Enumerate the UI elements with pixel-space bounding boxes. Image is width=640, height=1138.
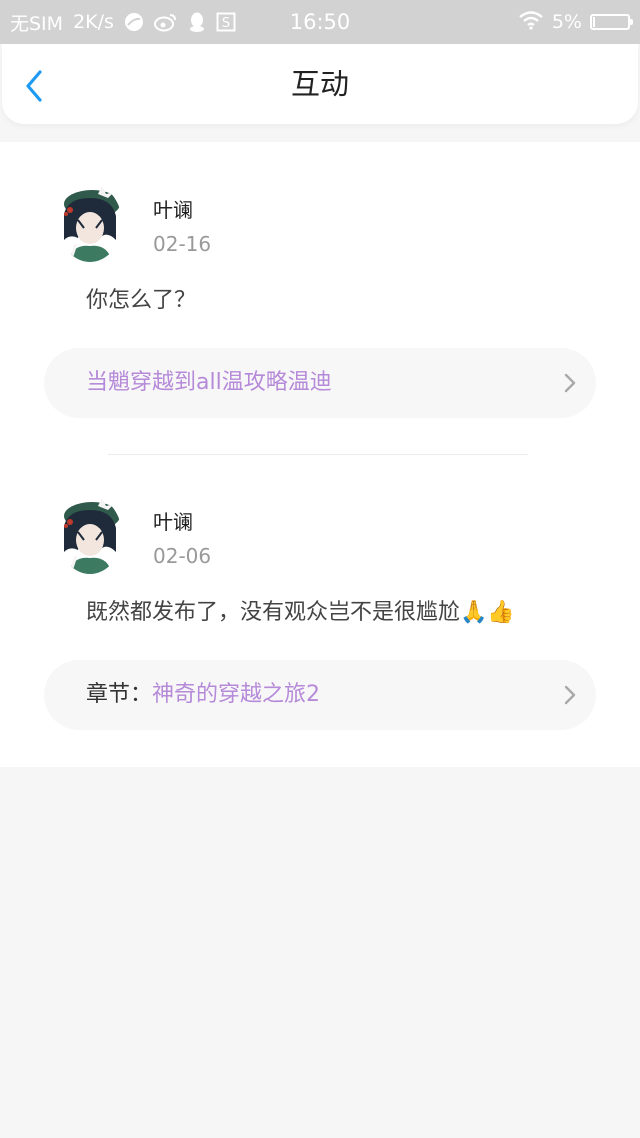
comment-date: 02-16 <box>153 232 212 256</box>
wifi-icon <box>518 10 544 35</box>
reference-label: 当魈穿越到all温攻略温迪 <box>86 348 332 418</box>
battery-icon <box>590 14 633 30</box>
comment-text: 既然都发布了，没有观众岂不是很尴尬🙏👍 <box>86 600 515 625</box>
battery-percent: 5% <box>551 11 582 33</box>
reference-label: 章节：神奇的穿越之旅2 <box>86 660 320 730</box>
comment-text: 你怎么了？ <box>86 288 197 313</box>
reference-prefix: 章节： <box>86 682 153 707</box>
reference-title: 当魈穿越到all温攻略温迪 <box>86 370 332 395</box>
reference-card[interactable]: 章节：神奇的穿越之旅2 <box>44 660 596 730</box>
comment-item: 叶谰 02-16 你怎么了？ 当魈穿越到all温攻略温迪 <box>0 142 640 454</box>
interaction-list: 叶谰 02-16 你怎么了？ 当魈穿越到all温攻略温迪 叶谰 02-06 既然… <box>0 142 640 767</box>
avatar[interactable] <box>58 184 122 262</box>
battery-fill <box>593 17 595 27</box>
reference-title: 神奇的穿越之旅2 <box>152 682 321 707</box>
chevron-right-icon <box>564 685 576 705</box>
avatar[interactable] <box>58 496 122 574</box>
page-title: 互动 <box>290 67 349 101</box>
reference-card[interactable]: 当魈穿越到all温攻略温迪 <box>44 348 596 418</box>
comment-date: 02-06 <box>153 544 212 568</box>
nav-bar: 互动 <box>2 44 638 124</box>
comment-item: 叶谰 02-06 既然都发布了，没有观众岂不是很尴尬🙏👍 章节：神奇的穿越之旅2 <box>0 454 640 767</box>
user-name[interactable]: 叶谰 <box>153 194 193 223</box>
chevron-right-icon <box>564 373 576 393</box>
user-name[interactable]: 叶谰 <box>153 506 193 535</box>
